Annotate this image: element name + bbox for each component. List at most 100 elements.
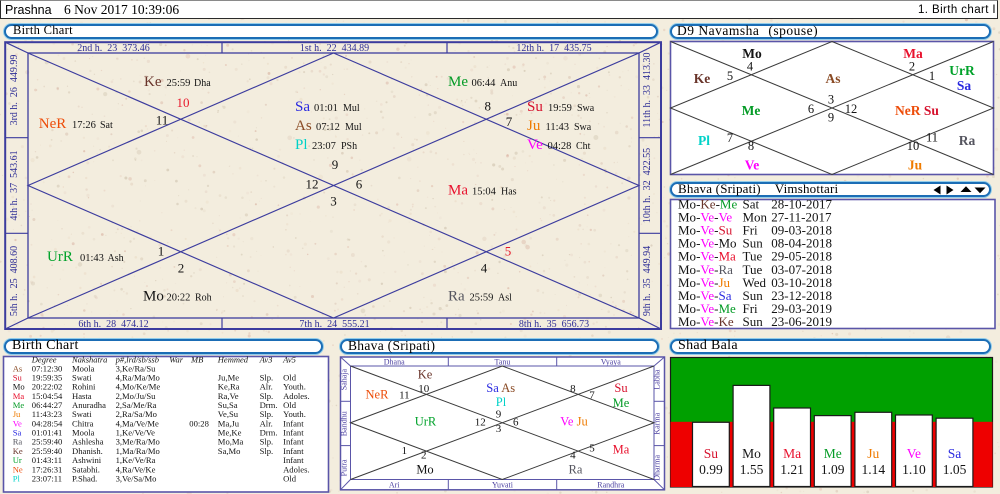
svg-text:Dharma: Dharma [653,455,662,481]
svg-text:Ma: Ma [613,443,630,457]
svg-text:Vyaya: Vyaya [601,357,621,366]
svg-text:NeR: NeR [366,388,390,402]
svg-text:3: 3 [496,423,502,435]
svg-text:1.55: 1.55 [740,462,764,477]
svg-text:6: 6 [808,102,814,116]
svg-text:Labha: Labha [653,369,662,389]
svg-text:Ra: Ra [569,463,583,477]
svg-text:Randhra: Randhra [597,481,625,490]
svg-text:Sa01:01Mul: Sa01:01Mul [295,99,360,115]
svg-text:2: 2 [909,60,915,74]
svg-text:5: 5 [589,443,595,455]
svg-text:4: 4 [747,60,754,74]
svg-text:Pl: Pl [698,133,710,148]
svg-text:As: As [825,71,840,86]
svg-text:Mo: Mo [742,446,761,461]
svg-text:8: 8 [748,139,754,153]
svg-text:UrR01:43Ash: UrR01:43Ash [47,249,124,265]
svg-text:3: 3 [330,194,337,209]
svg-text:3: 3 [828,93,834,107]
svg-text:Putra: Putra [340,459,349,476]
svg-text:2nd h. 23 373.46: 2nd h. 23 373.46 [77,43,150,54]
svg-text:1.05: 1.05 [943,462,967,477]
svg-text:1: 1 [158,244,165,259]
svg-text:4th h. 37 543.61: 4th h. 37 543.61 [9,150,20,220]
svg-text:10th h. 32 422.55: 10th h. 32 422.55 [642,148,653,223]
svg-text:6: 6 [356,177,363,192]
svg-text:Av5: Av5 [282,355,296,364]
svg-text:Ke: Ke [694,71,711,86]
svg-text:Ra25:59Asl: Ra25:59Asl [448,289,512,305]
svg-text:1.10: 1.10 [902,462,926,477]
svg-text:Mo-Ve-KeSun23-06-2019: Mo-Ve-KeSun23-06-2019 [678,314,832,329]
svg-text:12: 12 [475,417,486,429]
svg-text:11th h. 33 413.30: 11th h. 33 413.30 [642,53,653,128]
svg-text:7: 7 [727,131,733,145]
svg-text:Pl23:07PSh: Pl23:07PSh [295,137,357,153]
svg-text:Tanu: Tanu [495,357,511,366]
svg-text:8th h. 35 656.73: 8th h. 35 656.73 [519,319,589,330]
svg-text:Bandhu: Bandhu [340,411,349,436]
svg-text:3rd h. 26 449.99: 3rd h. 26 449.99 [9,55,20,126]
svg-text:10: 10 [907,139,920,153]
svg-text:12: 12 [845,102,858,116]
svg-text:Pl: Pl [496,395,507,409]
svg-text:MB: MB [190,355,203,364]
svg-text:Hemmed: Hemmed [217,355,249,364]
svg-text:Ju11:43Swa: Ju11:43Swa [527,118,592,134]
svg-text:Sa: Sa [948,446,962,461]
svg-text:1: 1 [929,69,935,83]
svg-text:5th h. 25 408.60: 5th h. 25 408.60 [9,246,20,316]
svg-text:War: War [169,355,184,364]
svg-text:Mo20:22Roh: Mo20:22Roh [143,289,212,305]
svg-text:8: 8 [485,99,492,114]
svg-text:4: 4 [570,450,576,462]
svg-text:4: 4 [481,261,488,276]
svg-text:12: 12 [306,177,319,192]
svg-text:Ve04:28Cht: Ve04:28Cht [527,137,591,153]
svg-text:Me06:44Anu: Me06:44Anu [448,74,517,90]
svg-text:1st h. 22 434.89: 1st h. 22 434.89 [300,43,369,54]
svg-text:2: 2 [178,261,185,276]
svg-text:9: 9 [332,157,339,172]
svg-text:Av3: Av3 [259,355,273,364]
svg-text:Me: Me [613,396,630,410]
svg-text:1: 1 [402,445,408,457]
svg-text:Karma: Karma [653,412,662,434]
svg-text:9: 9 [496,409,502,421]
svg-text:5: 5 [505,244,512,259]
svg-text:Mo: Mo [416,463,433,477]
svg-text:UrR: UrR [415,415,437,429]
svg-text:Sa: Sa [957,78,972,93]
svg-text:UrR: UrR [949,63,975,78]
svg-text:12th h. 17 435.75: 12th h. 17 435.75 [516,43,591,54]
svg-text:Ve Ju: Ve Ju [560,415,588,429]
svg-text:9: 9 [828,111,834,125]
svg-text:Ve: Ve [745,158,760,173]
svg-text:Ari: Ari [389,481,400,490]
svg-text:7: 7 [506,114,513,129]
svg-text:10: 10 [418,383,430,395]
svg-text:2: 2 [421,450,427,462]
svg-text:7th h. 24 555.21: 7th h. 24 555.21 [299,319,369,330]
svg-text:Ve: Ve [907,446,921,461]
svg-text:Ju: Ju [908,158,923,173]
svg-text:6th h. 28 474.12: 6th h. 28 474.12 [78,319,148,330]
svg-text:NeR17:26Sat: NeR17:26Sat [39,116,113,132]
svg-text:Su: Su [704,446,719,461]
svg-text:1.14: 1.14 [861,462,885,477]
svg-text:6: 6 [513,417,519,429]
svg-text:11: 11 [399,390,410,402]
svg-text:0.99: 0.99 [699,462,723,477]
svg-text:Ke: Ke [418,368,433,382]
svg-text:Ra: Ra [959,133,976,148]
svg-text:Ju: Ju [867,446,879,461]
svg-text:Sa As: Sa As [486,381,515,395]
svg-text:As07:12Mul: As07:12Mul [295,118,362,134]
svg-text:Ma: Ma [783,446,801,461]
svg-text:Ma15:04Has: Ma15:04Has [448,183,517,199]
svg-text:Sahaja: Sahaja [340,368,349,390]
svg-text:Su: Su [614,381,628,395]
svg-text:1.09: 1.09 [821,462,845,477]
svg-text:5: 5 [727,69,733,83]
